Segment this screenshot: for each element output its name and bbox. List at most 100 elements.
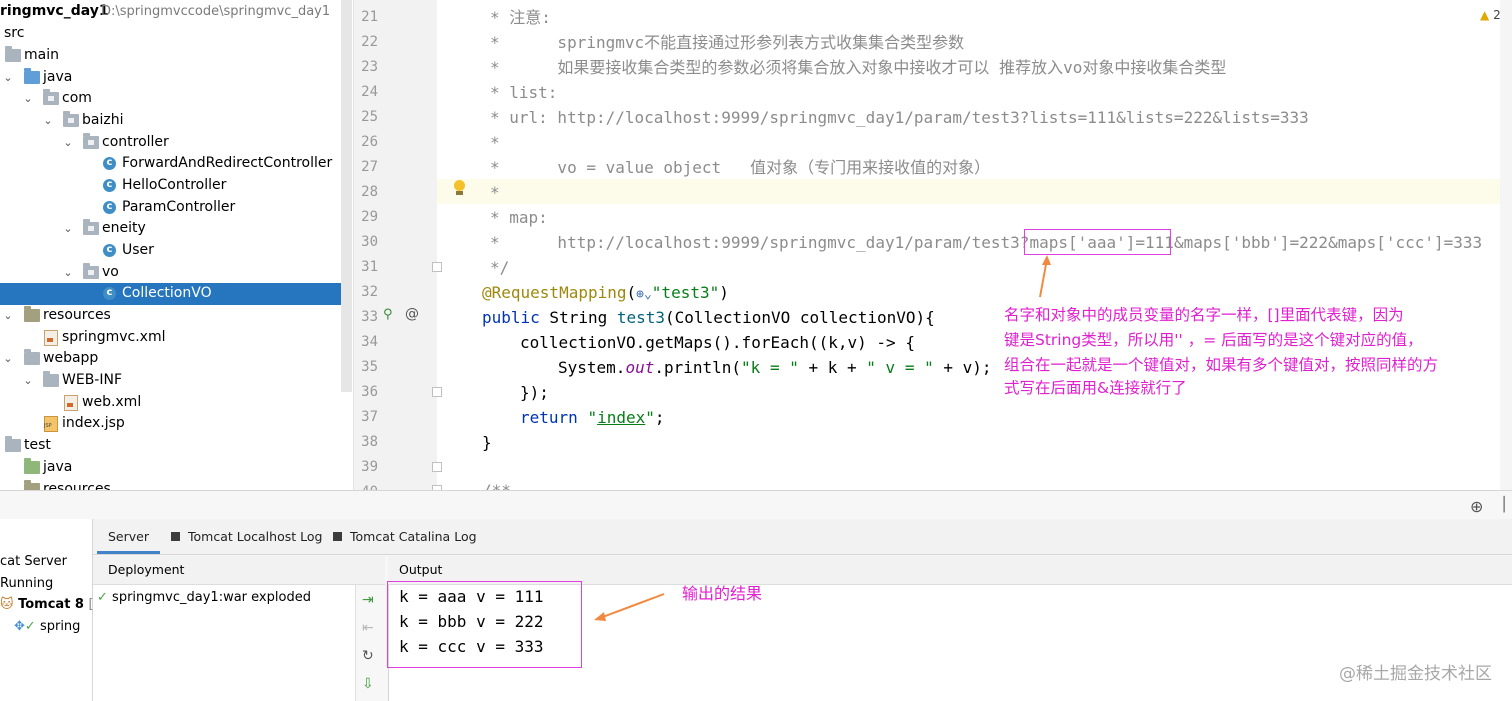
tree-item-controller[interactable]: ⌄ controller <box>0 132 352 154</box>
tree-item-test-java[interactable]: java <box>0 457 352 479</box>
tree-item-label: controller <box>102 134 169 150</box>
target-icon[interactable]: ⊕ <box>1470 497 1483 516</box>
server-group[interactable]: cat Server <box>0 551 67 573</box>
fold-marker-icon[interactable] <box>432 462 442 472</box>
folder-icon <box>5 46 21 62</box>
tree-item-forwardandredirectcontroller[interactable]: ForwardAndRedirectController <box>0 153 352 175</box>
code-token: ) <box>719 283 729 302</box>
chevron-down-icon[interactable]: ⌄ <box>23 88 33 110</box>
folder-icon <box>24 349 40 365</box>
chevron-down-icon[interactable]: ⌄ <box>3 348 13 370</box>
line-number: 28 <box>361 184 378 200</box>
code-token: ( <box>626 283 637 302</box>
chevron-down-icon[interactable]: ⌄ <box>43 110 53 132</box>
server-status[interactable]: Running <box>0 573 53 595</box>
tree-item-label: baizhi <box>82 112 124 128</box>
tab-label: Server <box>108 529 149 544</box>
tree-item-label: vo <box>102 264 119 280</box>
source-folder-icon <box>24 68 40 84</box>
folder-icon <box>5 436 21 452</box>
deployment-item[interactable]: ✓ springmvc_day1:war exploded <box>97 587 311 609</box>
code-line-29: * map: <box>490 208 548 227</box>
chevron-down-icon[interactable]: ⌄ <box>63 262 73 284</box>
update-icon[interactable]: ⇩ <box>362 676 374 692</box>
code-line-30: * http://localhost:9999/springmvc_day1/p… <box>490 230 1482 255</box>
tomcat-node[interactable]: 🐱 Tomcat 8 [lo <box>0 594 105 616</box>
undeploy-icon[interactable]: ⇤ <box>362 620 374 636</box>
chevron-down-icon[interactable]: ⌄ <box>63 132 73 154</box>
line-number: 27 <box>361 159 378 175</box>
code-line-25: * url: http://localhost:9999/springmvc_d… <box>490 108 1309 127</box>
xml-file-icon <box>64 395 78 411</box>
package-icon <box>83 133 99 149</box>
tree-item-main[interactable]: main <box>0 45 352 67</box>
line-number: 26 <box>361 134 378 150</box>
tree-item-test-resources[interactable]: resources <box>0 479 352 490</box>
tree-item-user[interactable]: User <box>0 240 352 262</box>
annotation-note-line: 键是String类型，所以用'' ，= 后面写的是这个键对应的值， <box>1004 331 1423 349</box>
project-tree: ringmvc_day1 D:\springmvccode\springmvc_… <box>0 0 352 490</box>
tree-item-com[interactable]: ⌄ com <box>0 88 352 110</box>
annotation-note-line: 名字和对象中的成员变量的名字一样，[]里面代表键，因为 <box>1004 306 1404 324</box>
project-root[interactable]: ringmvc_day1 D:\springmvccode\springmvc_… <box>0 1 352 23</box>
tree-item-baizhi[interactable]: ⌄ baizhi <box>0 110 352 132</box>
chevron-down-icon[interactable]: ⌄ <box>63 218 73 240</box>
chevron-down-icon[interactable]: ⌄ <box>23 370 33 392</box>
resources-folder-icon <box>24 480 40 490</box>
tab-label: Tomcat Localhost Log <box>188 529 323 544</box>
chevron-down-icon[interactable]: ⌄ <box>3 305 13 327</box>
fold-marker-icon[interactable] <box>432 387 442 397</box>
tree-item-src[interactable]: src <box>0 23 352 45</box>
tree-item-paramcontroller[interactable]: ParamController <box>0 197 352 219</box>
package-icon <box>63 111 79 127</box>
tree-item-label: resources <box>43 307 111 323</box>
tree-item-web-inf[interactable]: ⌄ WEB-INF <box>0 370 352 392</box>
fold-marker-icon[interactable] <box>432 262 442 272</box>
tree-item-vo[interactable]: ⌄ vo <box>0 262 352 284</box>
line-number: 34 <box>361 334 378 350</box>
tree-item-java[interactable]: ⌄ java <box>0 67 352 89</box>
package-icon <box>83 263 99 279</box>
tree-scrollbar[interactable] <box>341 0 352 392</box>
output-annotation-note: 输出的结果 <box>682 584 763 603</box>
deployment-header-label: Deployment <box>108 562 185 577</box>
more-icon[interactable]: │ <box>1500 497 1508 513</box>
code-line-30-url: * http://localhost:9999/springmvc_day1/p… <box>490 233 1030 252</box>
tree-item-springmvc-xml[interactable]: springmvc.xml <box>0 327 352 349</box>
output-annotation-arrow <box>594 593 665 621</box>
class-icon <box>103 153 116 173</box>
output-highlight-box <box>387 581 582 668</box>
line-number: 35 <box>361 359 378 375</box>
tree-item-webapp[interactable]: ⌄ webapp <box>0 348 352 370</box>
tree-item-eneity[interactable]: ⌄ eneity <box>0 218 352 240</box>
tab-tomcat-localhost-log[interactable]: Tomcat Localhost Log <box>171 519 322 554</box>
lightbulb-icon[interactable] <box>452 180 466 197</box>
tree-item-test[interactable]: test <box>0 435 352 457</box>
warnings-indicator[interactable]: ▲ 2 <box>1480 8 1501 22</box>
tab-tomcat-catalina-log[interactable]: Tomcat Catalina Log <box>333 519 477 554</box>
tree-item-label: WEB-INF <box>62 372 122 388</box>
code-line-23: * 如果要接收集合类型的参数必须将集合放入对象中接收才可以 推荐放入vo对象中接… <box>490 58 1227 77</box>
refresh-icon[interactable]: ↻ <box>362 648 374 664</box>
tomcat-label: Tomcat 8 <box>18 597 84 612</box>
line-number: 21 <box>361 9 378 25</box>
class-icon <box>103 240 116 260</box>
folder-icon <box>43 371 59 387</box>
line-number: 33 <box>361 309 378 325</box>
tree-item-resources[interactable]: ⌄ resources <box>0 305 352 327</box>
tree-item-hellocontroller[interactable]: HelloController <box>0 175 352 197</box>
line-number: 29 <box>361 209 378 225</box>
xml-file-icon <box>44 330 58 346</box>
globe-icon[interactable]: ⊕⌄ <box>636 287 652 302</box>
deploy-icon[interactable]: ⇥ <box>362 592 374 608</box>
artifact-node[interactable]: ✥✓ spring <box>14 616 80 638</box>
code-line-24: * list: <box>490 83 558 102</box>
tree-item-collectionvo[interactable]: CollectionVO <box>0 283 352 305</box>
tree-item-index-jsp[interactable]: index.jsp <box>0 413 352 435</box>
tree-item-web-xml[interactable]: web.xml <box>0 392 352 414</box>
run-mapping-icon[interactable]: ⚲ <box>383 307 393 322</box>
tab-server[interactable]: Server <box>97 519 160 554</box>
chevron-down-icon[interactable]: ⌄ <box>3 67 13 89</box>
editor-scrollbar[interactable] <box>1500 0 1512 490</box>
override-icon[interactable]: @ <box>405 306 419 322</box>
